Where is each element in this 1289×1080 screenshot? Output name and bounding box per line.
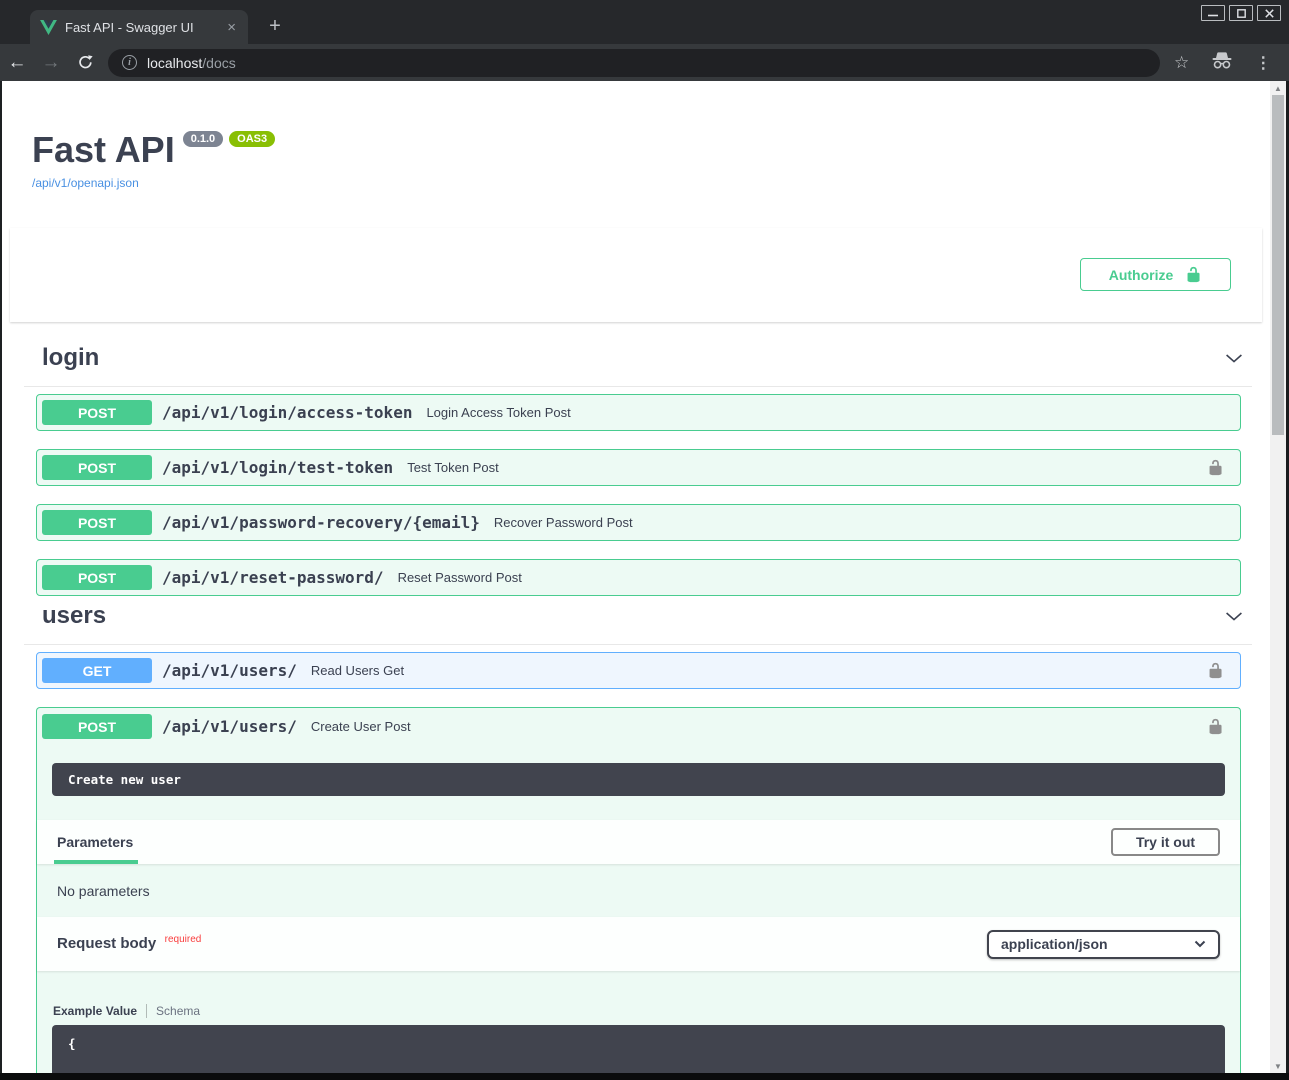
url-host: localhost <box>147 55 202 71</box>
endpoint-path: /api/v1/users/ <box>162 717 297 736</box>
operations-login: POST /api/v1/login/access-token Login Ac… <box>36 394 1241 596</box>
tab-example-value[interactable]: Example Value <box>53 1004 137 1018</box>
endpoint-row[interactable]: POST /api/v1/login/access-token Login Ac… <box>36 394 1241 431</box>
authorize-button[interactable]: Authorize <box>1080 258 1231 291</box>
api-title-text: Fast API <box>32 129 175 171</box>
endpoint-row[interactable]: POST /api/v1/users/ Create User Post <box>37 708 1240 745</box>
select-chevron-icon <box>1194 940 1206 948</box>
window-border-bottom <box>0 1073 1289 1080</box>
no-parameters-text: No parameters <box>37 864 1240 917</box>
browser-tab[interactable]: Fast API - Swagger UI × <box>30 10 248 44</box>
fastapi-favicon-icon <box>40 20 57 35</box>
scroll-up-icon[interactable]: ▲ <box>1270 81 1286 95</box>
operation-description: Create new user <box>52 763 1225 796</box>
parameters-tab[interactable]: Parameters <box>57 834 133 850</box>
endpoint-path: /api/v1/login/access-token <box>162 403 412 422</box>
endpoint-path: /api/v1/reset-password/ <box>162 568 384 587</box>
endpoint-summary: Read Users Get <box>311 663 1207 678</box>
endpoint-summary: Test Token Post <box>407 460 1207 475</box>
endpoint-path: /api/v1/password-recovery/{email} <box>162 513 480 532</box>
scrollbar-thumb[interactable] <box>1272 95 1284 435</box>
section-title: login <box>42 344 99 372</box>
tab-schema[interactable]: Schema <box>156 1004 200 1018</box>
media-type-value: application/json <box>1001 936 1108 952</box>
toolbar-actions: ☆ ⋮ <box>1174 51 1271 74</box>
endpoint-summary: Reset Password Post <box>398 570 1228 585</box>
request-body-label: Request body <box>57 935 156 952</box>
section-title: users <box>42 602 106 630</box>
model-tabs: Example Value Schema <box>53 1004 1240 1018</box>
oas3-badge: OAS3 <box>229 131 275 147</box>
example-code-block[interactable]: { <box>52 1025 1225 1073</box>
close-button[interactable] <box>1257 5 1281 21</box>
http-method-badge: POST <box>42 510 152 535</box>
endpoint-row[interactable]: POST /api/v1/password-recovery/{email} R… <box>36 504 1241 541</box>
page-title: Fast API 0.1.0 OAS3 <box>32 129 1270 171</box>
version-badge: 0.1.0 <box>183 131 223 147</box>
minimize-button[interactable] <box>1201 5 1225 21</box>
expanded-endpoint-block: POST /api/v1/users/ Create User Post Cre… <box>36 707 1241 1073</box>
auth-lock-icon[interactable] <box>1207 459 1224 476</box>
http-method-badge: POST <box>42 400 152 425</box>
url-text[interactable]: localhost/docs <box>147 55 236 71</box>
new-tab-button[interactable]: + <box>262 13 288 39</box>
endpoint-summary: Recover Password Post <box>494 515 1228 530</box>
url-bar[interactable]: i localhost/docs <box>108 49 1160 77</box>
endpoint-row[interactable]: POST /api/v1/reset-password/ Reset Passw… <box>36 559 1241 596</box>
required-flag: required <box>165 934 202 945</box>
operations-users: GET /api/v1/users/ Read Users Get <box>36 652 1241 689</box>
scroll-down-icon[interactable]: ▼ <box>1270 1059 1286 1073</box>
back-icon[interactable]: ← <box>0 52 34 74</box>
auth-lock-icon[interactable] <box>1207 662 1224 679</box>
tab-bar: Fast API - Swagger UI × + <box>0 0 1289 44</box>
auth-lock-icon[interactable] <box>1207 718 1224 735</box>
swagger-page: Fast API 0.1.0 OAS3 /api/v1/openapi.json… <box>2 81 1270 1073</box>
bookmark-star-icon[interactable]: ☆ <box>1174 53 1189 73</box>
media-type-select[interactable]: application/json <box>987 930 1220 959</box>
http-method-badge: GET <box>42 658 152 683</box>
browser-toolbar: ← → i localhost/docs ☆ ⋮ <box>0 44 1289 81</box>
scheme-container: Authorize <box>10 228 1262 322</box>
chevron-down-icon[interactable] <box>1224 348 1244 368</box>
close-tab-icon[interactable]: × <box>225 20 238 35</box>
endpoint-row[interactable]: GET /api/v1/users/ Read Users Get <box>36 652 1241 689</box>
endpoint-summary: Login Access Token Post <box>426 405 1228 420</box>
tab-divider <box>146 1004 147 1018</box>
unlocked-padlock-icon <box>1185 266 1202 283</box>
authorize-label: Authorize <box>1109 267 1174 283</box>
scrollbar[interactable]: ▲ ▼ <box>1270 81 1286 1073</box>
api-info: Fast API 0.1.0 OAS3 /api/v1/openapi.json <box>32 129 1270 192</box>
tab-title: Fast API - Swagger UI <box>65 20 217 35</box>
active-tab-underline <box>54 860 138 864</box>
endpoint-path: /api/v1/login/test-token <box>162 458 393 477</box>
http-method-badge: POST <box>42 714 152 739</box>
browser-window: Fast API - Swagger UI × + ← → i localhos… <box>0 0 1289 1080</box>
section-header-users[interactable]: users <box>24 596 1252 645</box>
url-path: /docs <box>202 55 235 71</box>
endpoint-path: /api/v1/users/ <box>162 661 297 680</box>
section-header-login[interactable]: login <box>24 322 1252 387</box>
incognito-icon <box>1211 51 1233 74</box>
reload-icon[interactable] <box>68 52 102 74</box>
try-it-out-button[interactable]: Try it out <box>1111 828 1220 856</box>
maximize-button[interactable] <box>1229 5 1253 21</box>
window-controls <box>1201 5 1281 21</box>
http-method-badge: POST <box>42 565 152 590</box>
chevron-down-icon[interactable] <box>1224 606 1244 626</box>
endpoint-row[interactable]: POST /api/v1/login/test-token Test Token… <box>36 449 1241 486</box>
openapi-spec-link[interactable]: /api/v1/openapi.json <box>32 176 139 190</box>
site-info-icon[interactable]: i <box>122 55 137 70</box>
forward-icon[interactable]: → <box>34 52 68 74</box>
parameters-header: Parameters Try it out <box>37 820 1240 864</box>
request-body-header: Request body required application/json <box>37 917 1240 971</box>
http-method-badge: POST <box>42 455 152 480</box>
endpoint-summary: Create User Post <box>311 719 1207 734</box>
browser-menu-icon[interactable]: ⋮ <box>1255 53 1271 73</box>
